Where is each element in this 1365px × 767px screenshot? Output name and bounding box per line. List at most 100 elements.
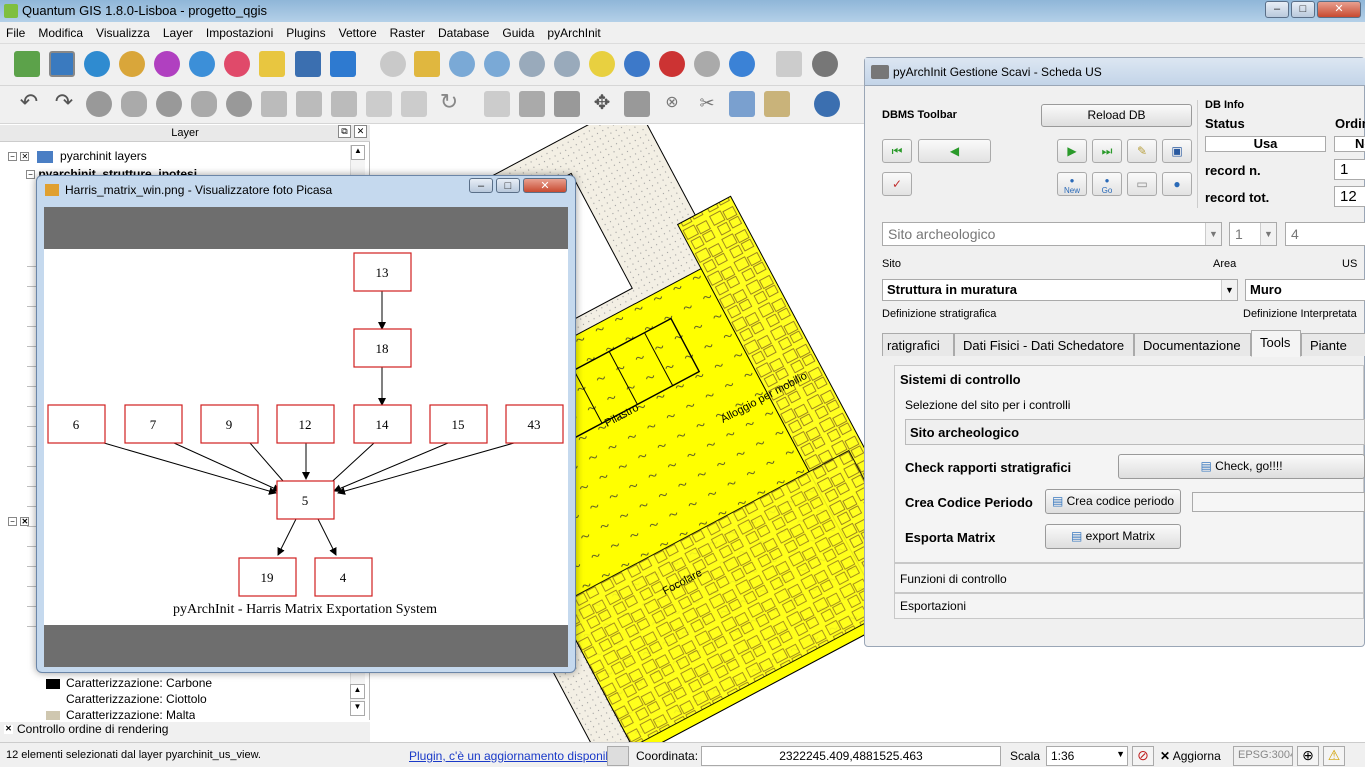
- add-raster-layer-icon[interactable]: [49, 51, 75, 77]
- add-wms-layer-icon[interactable]: [189, 51, 215, 77]
- save-edits-icon[interactable]: [330, 51, 356, 77]
- scroll-up-icon[interactable]: ▲: [351, 145, 365, 160]
- visibility-checkbox[interactable]: ✕: [20, 152, 30, 162]
- menu-layer[interactable]: Layer: [157, 22, 200, 40]
- tab-documentazione[interactable]: Documentazione: [1134, 333, 1251, 356]
- menu-vettore[interactable]: Vettore: [333, 22, 384, 40]
- def-interp-field[interactable]: Muro: [1245, 279, 1365, 301]
- minimize-button[interactable]: –: [1265, 1, 1289, 18]
- save-layer-edits-icon[interactable]: [519, 91, 545, 117]
- paste-icon[interactable]: [764, 91, 790, 117]
- render-order-checkbox[interactable]: ✕: [4, 725, 13, 735]
- redo-icon[interactable]: ↷: [51, 91, 77, 117]
- last-record-icon[interactable]: ⏭: [1092, 139, 1122, 163]
- tree-expanders[interactable]: [27, 255, 36, 635]
- remove-layer-icon[interactable]: [295, 51, 321, 77]
- picasa-minimize-button[interactable]: –: [469, 178, 493, 193]
- delete-selected-icon[interactable]: ⊗: [659, 91, 685, 117]
- render-order-row[interactable]: ✕ Controllo ordine di rendering: [0, 722, 370, 742]
- merge-attributes-icon[interactable]: [401, 91, 427, 117]
- add-feature-icon[interactable]: [554, 91, 580, 117]
- export-matrix-button[interactable]: ▤ export Matrix: [1045, 524, 1181, 549]
- go-button[interactable]: ● Go: [1092, 172, 1122, 196]
- tab-tools[interactable]: Tools: [1251, 330, 1301, 357]
- menu-guida[interactable]: Guida: [496, 22, 541, 40]
- zoom-last-icon[interactable]: [659, 51, 685, 77]
- zoom-to-layer-icon[interactable]: [589, 51, 615, 77]
- menu-impostazioni[interactable]: Impostazioni: [200, 22, 280, 40]
- add-spatialite-layer-icon[interactable]: [119, 51, 145, 77]
- next-record-icon[interactable]: ▶: [1057, 139, 1087, 163]
- update-checkbox[interactable]: ✕: [1160, 749, 1170, 763]
- globe-icon[interactable]: [814, 91, 840, 117]
- tab-piante[interactable]: Piante: [1301, 333, 1365, 356]
- tab-rapporti-stratigrafici[interactable]: ratigrafici: [882, 333, 954, 356]
- close-panel-icon[interactable]: ✕: [354, 125, 367, 138]
- add-part-icon[interactable]: [121, 91, 147, 117]
- identify-icon[interactable]: [776, 51, 802, 77]
- pan-to-selection-icon[interactable]: [414, 51, 440, 77]
- select-site-combo[interactable]: Sito archeologico: [905, 419, 1365, 445]
- refresh-icon[interactable]: [729, 51, 755, 77]
- epsg-field[interactable]: EPSG:3004: [1233, 746, 1293, 766]
- group-esportazioni[interactable]: Esportazioni: [894, 593, 1364, 619]
- merge-features-icon[interactable]: [366, 91, 392, 117]
- float-panel-icon[interactable]: ⧉: [338, 125, 351, 138]
- zoom-out-icon[interactable]: [484, 51, 510, 77]
- reshape-icon[interactable]: [261, 91, 287, 117]
- maximize-button[interactable]: □: [1291, 1, 1315, 18]
- menu-visualizza[interactable]: Visualizza: [90, 22, 157, 40]
- new-bookmark-icon[interactable]: [259, 51, 285, 77]
- zoom-actual-icon[interactable]: [519, 51, 545, 77]
- rotate-symbol-icon[interactable]: ↻: [436, 91, 462, 117]
- delete-ring-icon[interactable]: [191, 91, 217, 117]
- node-tool-icon[interactable]: [624, 91, 650, 117]
- delete-part-icon[interactable]: [226, 91, 252, 117]
- undo-icon[interactable]: ↶: [16, 91, 42, 117]
- first-record-icon[interactable]: ⏮: [882, 139, 912, 163]
- collapse-icon[interactable]: −: [26, 170, 35, 180]
- crea-codice-periodo-button[interactable]: ▤ Crea codice periodo: [1045, 489, 1181, 514]
- collapse-icon[interactable]: −: [8, 152, 17, 162]
- zoom-in-icon[interactable]: [449, 51, 475, 77]
- sito-combo[interactable]: Sito archeologico ▼: [882, 222, 1222, 246]
- toggle-editing-icon[interactable]: [484, 91, 510, 117]
- new-record-button[interactable]: ● New: [1057, 172, 1087, 196]
- new-vector-layer-icon[interactable]: [14, 51, 40, 77]
- save-record-icon[interactable]: ▣: [1162, 139, 1192, 163]
- zoom-full-icon[interactable]: [554, 51, 580, 77]
- warning-icon[interactable]: ⚠: [1323, 746, 1345, 766]
- legend-scroll-up-icon[interactable]: ▲: [350, 684, 365, 699]
- view-all-icon[interactable]: ●: [1162, 172, 1192, 196]
- picasa-close-button[interactable]: ✕: [523, 178, 567, 193]
- pan-hand-icon[interactable]: [380, 51, 406, 77]
- cut-icon[interactable]: ✂: [694, 91, 720, 117]
- record-n-field[interactable]: 1: [1334, 159, 1365, 180]
- fill-ring-icon[interactable]: [156, 91, 182, 117]
- period-output-field[interactable]: [1192, 492, 1365, 512]
- prev-record-icon[interactable]: ◀: [918, 139, 991, 163]
- menu-pyarchinit[interactable]: pyArchInit: [541, 22, 607, 40]
- layer-group-collapse[interactable]: − ✕: [8, 514, 30, 528]
- stop-render-icon[interactable]: ⊘: [1132, 746, 1154, 766]
- scale-combo[interactable]: 1:36 ▼: [1046, 746, 1128, 766]
- plugin-update-link[interactable]: Plugin, c'è un aggiornamento disponibile: [409, 749, 624, 763]
- edit-record-icon[interactable]: ✎: [1127, 139, 1157, 163]
- tab-dati-fisici[interactable]: Dati Fisici - Dati Schedatore: [954, 333, 1134, 356]
- search-mode-icon[interactable]: ✓: [882, 172, 912, 196]
- plugin-status-icon[interactable]: [607, 746, 629, 766]
- split-features-icon[interactable]: [331, 91, 357, 117]
- gear-icon[interactable]: [812, 51, 838, 77]
- coord-field[interactable]: 2322245.409,4881525.463: [701, 746, 1001, 766]
- add-mssql-layer-icon[interactable]: [154, 51, 180, 77]
- layer-group-pyarchinit[interactable]: − ✕ pyarchinit layers: [8, 149, 147, 163]
- update-toggle[interactable]: ✕ Aggiorna: [1160, 749, 1221, 763]
- reload-db-button[interactable]: Reload DB: [1041, 104, 1192, 127]
- zoom-next-icon[interactable]: [694, 51, 720, 77]
- area-combo[interactable]: 1 ▼: [1229, 222, 1277, 246]
- zoom-to-selection-icon[interactable]: [624, 51, 650, 77]
- legend-scroll-down-icon[interactable]: ▼: [350, 701, 365, 716]
- crs-icon[interactable]: ⊕: [1297, 746, 1319, 766]
- us-field[interactable]: 4: [1285, 222, 1365, 246]
- menu-file[interactable]: File: [0, 22, 32, 40]
